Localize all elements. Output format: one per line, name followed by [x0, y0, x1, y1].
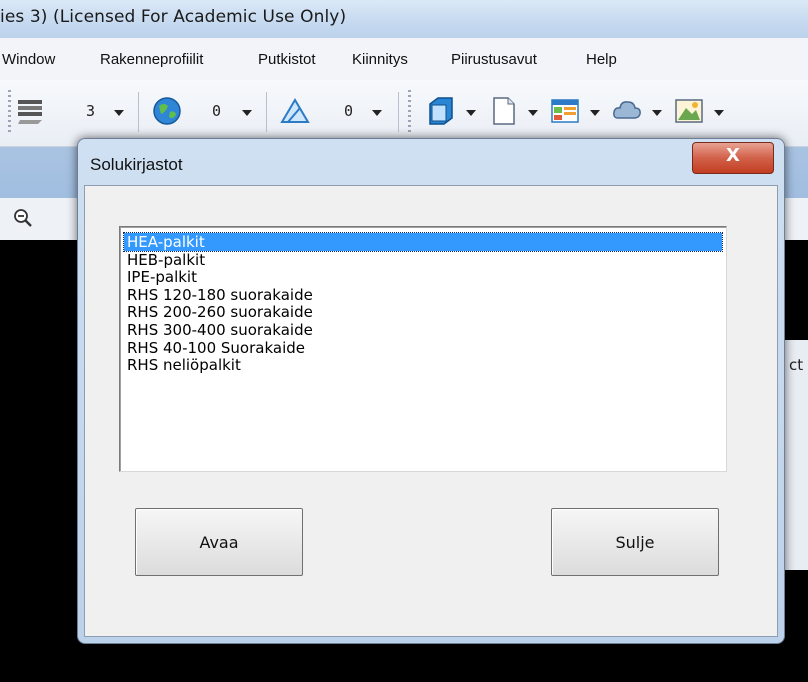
menu-rakenneprofiilit[interactable]: Rakenneprofiilit — [100, 51, 203, 68]
style-dropdown-chevron-icon[interactable] — [372, 110, 382, 116]
list-item[interactable]: RHS 120-180 suorakaide — [124, 286, 722, 304]
library-listbox[interactable]: HEA-palkit HEB-palkit IPE-palkit RHS 120-18… — [119, 226, 727, 472]
landscape-dropdown-chevron-icon[interactable] — [714, 110, 724, 116]
open-button[interactable]: Avaa — [135, 508, 303, 576]
landscape-image-icon[interactable] — [672, 94, 706, 128]
close-icon: X — [726, 145, 740, 166]
cube-dropdown-chevron-icon[interactable] — [466, 110, 476, 116]
color-globe-icon[interactable] — [150, 94, 184, 128]
list-item[interactable]: RHS 200-260 suorakaide — [124, 303, 722, 321]
line-style-icon[interactable] — [278, 94, 312, 128]
layer-dropdown-chevron-icon[interactable] — [114, 110, 124, 116]
table-dropdown-chevron-icon[interactable] — [590, 110, 600, 116]
style-value: 0 — [344, 102, 354, 120]
cloud-icon[interactable] — [610, 94, 644, 128]
color-dropdown-chevron-icon[interactable] — [242, 110, 252, 116]
menu-kiinnitys[interactable]: Kiinnitys — [352, 51, 408, 68]
list-item[interactable]: HEA-palkit — [123, 232, 723, 252]
document-dropdown-chevron-icon[interactable] — [528, 110, 538, 116]
side-panel-label: ct — [789, 356, 804, 374]
cloud-dropdown-chevron-icon[interactable] — [652, 110, 662, 116]
layer-value: 3 — [86, 102, 96, 120]
list-item[interactable]: IPE-palkit — [124, 268, 722, 286]
menu-piirustusavut[interactable]: Piirustusavut — [451, 51, 537, 68]
color-value: 0 — [212, 102, 222, 120]
toolbar-separator — [138, 92, 139, 132]
toolbar: 3 0 0 — [0, 80, 808, 147]
toolbar-grip[interactable] — [8, 90, 11, 134]
list-item[interactable]: RHS 300-400 suorakaide — [124, 321, 722, 339]
title-bar[interactable]: ies 3) (Licensed For Academic Use Only) — [0, 0, 808, 39]
toolbar-separator — [266, 92, 267, 132]
dialog-close-button[interactable]: X — [692, 142, 774, 174]
list-item[interactable]: RHS 40-100 Suorakaide — [124, 339, 722, 357]
dialog-title: Solukirjastot — [90, 155, 183, 174]
zoom-out-icon[interactable] — [12, 207, 34, 229]
close-button[interactable]: Sulje — [551, 508, 719, 576]
application-window: ies 3) (Licensed For Academic Use Only) … — [0, 0, 808, 682]
dialog-body: HEA-palkit HEB-palkit IPE-palkit RHS 120-18… — [84, 185, 778, 637]
solukirjastot-dialog: Solukirjastot X HEA-palkit HEB-palkit IPE-… — [77, 138, 785, 644]
menu-window[interactable]: Window — [2, 51, 55, 68]
menu-putkistot[interactable]: Putkistot — [258, 51, 316, 68]
window-title: ies 3) (Licensed For Academic Use Only) — [0, 7, 347, 27]
document-icon[interactable] — [486, 94, 520, 128]
toolbar-separator — [398, 92, 399, 132]
menu-help[interactable]: Help — [586, 51, 617, 68]
table-view-icon[interactable] — [548, 94, 582, 128]
menu-bar: Window Rakenneprofiilit Putkistot Kiinni… — [0, 38, 808, 81]
list-item[interactable]: HEB-palkit — [124, 251, 722, 269]
toolbar-grip[interactable] — [408, 90, 411, 134]
cube-icon[interactable] — [424, 94, 458, 128]
list-item[interactable]: RHS neliöpalkit — [124, 356, 722, 374]
layers-icon[interactable] — [14, 94, 48, 128]
